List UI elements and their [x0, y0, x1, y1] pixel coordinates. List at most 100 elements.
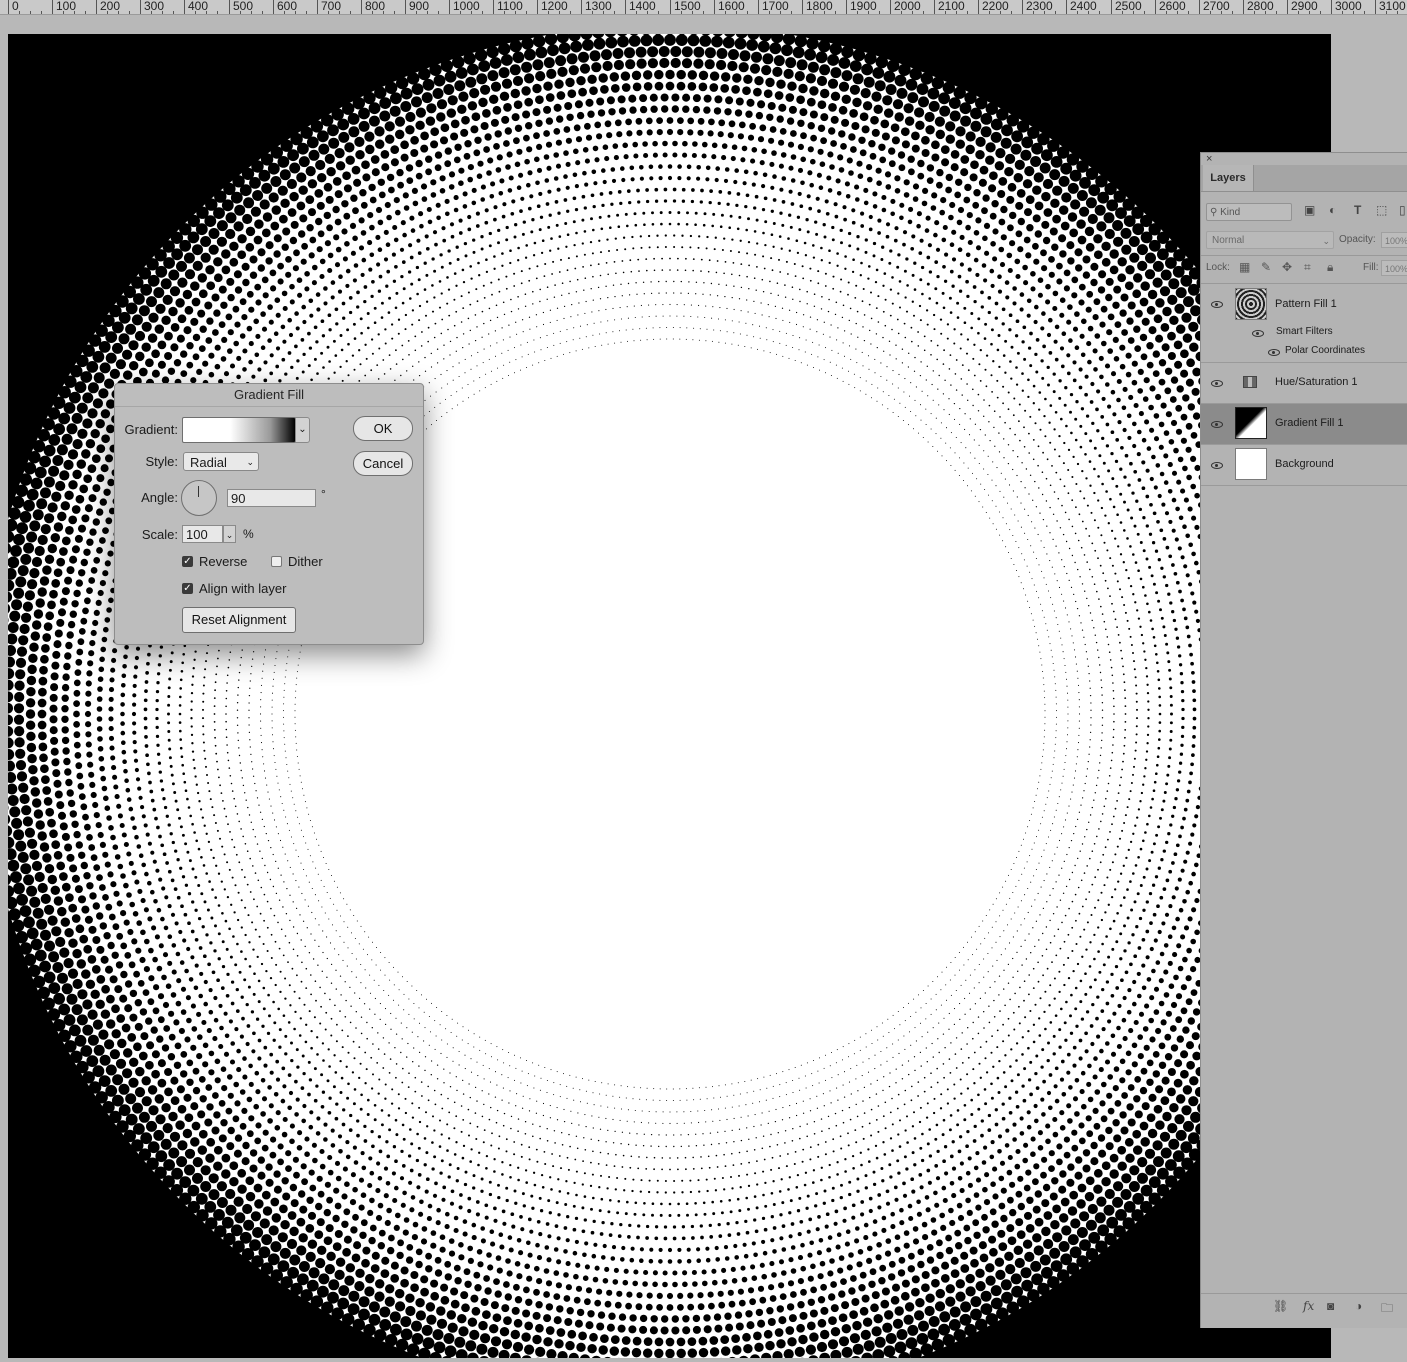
- ruler-minor-tick: [1077, 11, 1078, 14]
- lock-artboard-icon[interactable]: ⌗: [1304, 260, 1311, 275]
- smart-object-filter-icon[interactable]: ▯: [1399, 203, 1406, 217]
- ruler-tick: 500: [229, 0, 253, 14]
- close-icon[interactable]: ×: [1206, 153, 1212, 165]
- ruler-minor-tick: [559, 11, 560, 14]
- ruler-minor-tick: [482, 11, 483, 14]
- ok-button[interactable]: OK: [353, 416, 413, 441]
- type-filter-icon[interactable]: T: [1354, 203, 1361, 217]
- ruler-minor-tick: [251, 11, 252, 14]
- ruler-minor-tick: [1265, 11, 1266, 14]
- ruler-minor-tick: [438, 11, 439, 14]
- ruler-minor-tick: [1000, 11, 1001, 14]
- ruler-minor-tick: [857, 11, 858, 14]
- ruler-tick-label: 2700: [1203, 0, 1230, 13]
- vertical-ruler-gutter: [0, 15, 8, 1362]
- shape-filter-icon[interactable]: ⬚: [1376, 203, 1387, 217]
- eye-icon[interactable]: [1252, 330, 1264, 337]
- layer-row-gradient-fill[interactable]: Gradient Fill 1: [1201, 404, 1407, 445]
- panel-tabstrip: Layers: [1201, 165, 1407, 192]
- eye-icon[interactable]: [1211, 421, 1223, 428]
- ruler-tick: 2600: [1155, 0, 1186, 14]
- lock-paint-icon[interactable]: ✎: [1261, 260, 1271, 274]
- ruler-tick: 1500: [670, 0, 701, 14]
- ruler-tick-label: 1700: [762, 0, 789, 13]
- ruler-minor-tick: [603, 11, 604, 14]
- ruler-tick-label: 1100: [497, 0, 523, 13]
- gradient-swatch[interactable]: [182, 417, 296, 443]
- ruler-minor-tick: [692, 11, 693, 14]
- ruler-tick-label: 2500: [1115, 0, 1142, 13]
- angle-dial[interactable]: [181, 480, 217, 516]
- ruler-minor-tick: [30, 11, 31, 14]
- layer-row-background[interactable]: Background: [1201, 445, 1407, 486]
- polar-coordinates-label[interactable]: Polar Coordinates: [1285, 345, 1365, 356]
- angle-needle: [198, 486, 199, 497]
- tab-layers[interactable]: Layers: [1203, 165, 1254, 191]
- ruler-tick: 1000: [449, 0, 480, 14]
- document-canvas[interactable]: [8, 34, 1331, 1358]
- ruler-minor-tick: [1122, 11, 1123, 14]
- ruler-tick-label: 1200: [541, 0, 568, 13]
- layer-row-pattern-fill[interactable]: Pattern Fill 1 Smart Filters Polar Coord…: [1201, 284, 1407, 363]
- ruler-minor-tick: [129, 11, 130, 14]
- ruler-tick: 800: [361, 0, 385, 14]
- lock-all-icon[interactable]: 🔒︎: [1327, 260, 1333, 275]
- ruler-minor-tick: [1353, 11, 1354, 14]
- reverse-checkbox[interactable]: ✓: [182, 556, 193, 567]
- blend-mode-select[interactable]: Normal ⌄: [1206, 231, 1334, 249]
- ruler-minor-tick: [284, 11, 285, 14]
- layer-row-hue-saturation[interactable]: Hue/Saturation 1: [1201, 363, 1407, 404]
- link-layers-icon[interactable]: ⛓︎: [1273, 1299, 1288, 1313]
- style-select[interactable]: Radial ⌄: [183, 452, 259, 471]
- eye-icon[interactable]: [1268, 349, 1280, 356]
- ruler-tick-label: 1400: [629, 0, 656, 13]
- eye-icon[interactable]: [1211, 462, 1223, 469]
- scale-input[interactable]: 100: [182, 525, 223, 543]
- eye-icon[interactable]: [1211, 301, 1223, 308]
- ruler-minor-tick: [1011, 11, 1012, 14]
- ruler-tick: 3000: [1331, 0, 1362, 14]
- ruler-minor-tick: [780, 11, 781, 14]
- ruler-minor-tick: [339, 11, 340, 14]
- reset-alignment-button[interactable]: Reset Alignment: [182, 607, 296, 633]
- lock-transparent-icon[interactable]: ▦: [1239, 260, 1250, 274]
- fx-icon[interactable]: fx: [1303, 1299, 1314, 1313]
- style-label: Style:: [145, 454, 178, 469]
- scale-dropdown-button[interactable]: ⌄: [223, 525, 236, 543]
- cancel-button[interactable]: Cancel: [353, 451, 413, 476]
- ruler-tick: 2900: [1287, 0, 1318, 14]
- panel-footer: ⛓︎ fx ◙ ◑ 🗀︎: [1201, 1293, 1407, 1322]
- new-group-icon[interactable]: 🗀︎: [1381, 1299, 1393, 1320]
- ruler-tick: 100: [52, 0, 76, 14]
- ruler-tick-label: 0: [12, 0, 19, 13]
- ruler-minor-tick: [747, 11, 748, 14]
- new-adjustment-icon[interactable]: ◑: [1355, 1299, 1362, 1313]
- ruler-minor-tick: [504, 11, 505, 14]
- halftone-artwork: [8, 34, 1331, 1358]
- ruler-minor-tick: [1364, 11, 1365, 14]
- ruler-minor-tick: [570, 11, 571, 14]
- image-filter-icon[interactable]: ▣: [1304, 203, 1315, 217]
- lock-move-icon[interactable]: ✥: [1282, 260, 1292, 274]
- opacity-input[interactable]: 100%: [1381, 232, 1407, 248]
- ruler-minor-tick: [945, 11, 946, 14]
- eye-icon[interactable]: [1211, 380, 1223, 387]
- adjustment-filter-icon[interactable]: ◐: [1329, 203, 1336, 217]
- add-mask-icon[interactable]: ◙: [1327, 1299, 1334, 1313]
- align-with-layer-checkbox[interactable]: ✓: [182, 583, 193, 594]
- degree-symbol: °: [321, 487, 326, 501]
- fill-input[interactable]: 100%: [1381, 260, 1407, 276]
- ruler-minor-tick: [262, 11, 263, 14]
- filter-kind-select[interactable]: ⚲ Kind: [1206, 203, 1292, 221]
- horizontal-ruler: 0 100 200 300 400 500 600 700 800 900 1000 1100 1200…: [0, 0, 1407, 15]
- dither-label: Dither: [288, 554, 323, 569]
- ruler-tick-label: 1500: [674, 0, 701, 13]
- ruler-minor-tick: [383, 11, 384, 14]
- ruler-minor-tick: [901, 11, 902, 14]
- angle-input[interactable]: 90: [227, 489, 316, 507]
- ruler-minor-tick: [769, 11, 770, 14]
- gradient-dropdown-button[interactable]: ⌄: [295, 417, 310, 443]
- dither-checkbox[interactable]: [271, 556, 282, 567]
- ruler-minor-tick: [923, 11, 924, 14]
- ruler-minor-tick: [791, 11, 792, 14]
